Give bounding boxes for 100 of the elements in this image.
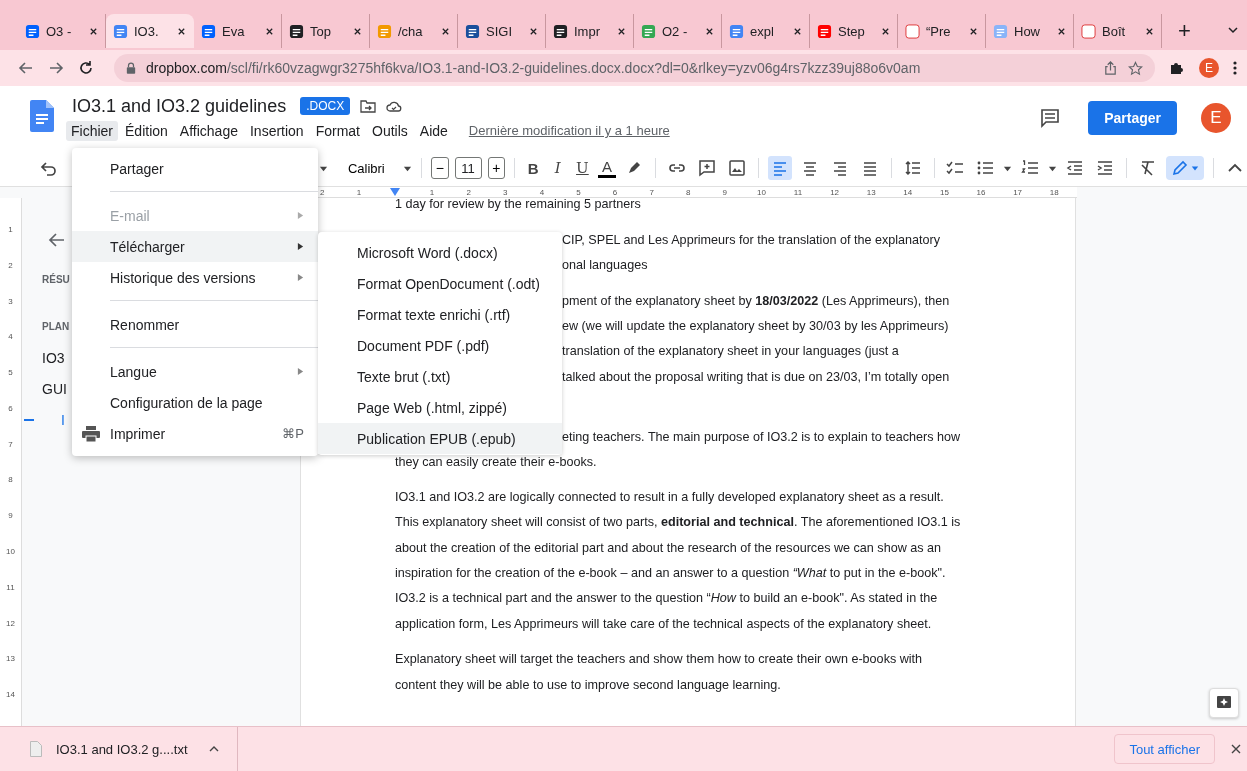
text-line: eting teachers. The main purpose of IO3.2 is to explain to teachers how	[562, 430, 961, 445]
menu-item[interactable]: Insertion	[244, 120, 309, 141]
browser-tab[interactable]: “Pre	[898, 14, 986, 48]
outline-item[interactable]: PLAN	[42, 321, 70, 332]
ruler-number: 8	[8, 475, 13, 487]
outline-item[interactable]: GUI	[42, 380, 67, 397]
ruler-number: 14	[6, 690, 15, 702]
share-button[interactable]: Partager	[1088, 101, 1177, 135]
menu-item[interactable]: Historique des versions	[72, 262, 318, 293]
menu-item[interactable]: Télécharger	[72, 231, 318, 262]
ruler-number: 16	[975, 187, 987, 197]
menu-item[interactable]: Outils	[367, 120, 413, 141]
text-line: application form, Les Apprimeurs will take care of the technical aspects of the explanatory sheet.	[395, 616, 932, 631]
bold-button[interactable]: B	[523, 159, 543, 177]
ruler-number: 4	[8, 332, 13, 344]
text-line: talked about the proposal writing that is due on 23/03, I’m totally open	[562, 369, 950, 384]
text-line: translation of the explanatory sheet in your languages (just a	[562, 344, 899, 359]
browser-tab[interactable]: How	[986, 14, 1074, 48]
menu-item[interactable]: Texte brut (.txt)	[318, 361, 562, 392]
ruler-number: 3	[8, 296, 13, 308]
menu-item[interactable]: Langue	[72, 356, 318, 387]
document-title[interactable]: IO3.1 and IO3.2 guidelines	[72, 95, 287, 117]
last-edit-link[interactable]: Dernière modification il y a 1 heure	[468, 123, 670, 138]
text-line: about the creation of the editorial part and about the research of the resources we can show as an	[395, 540, 942, 555]
ruler-number: 12	[6, 618, 15, 630]
ruler-number: 13	[865, 187, 877, 197]
browser-tab[interactable]: SIGI	[458, 14, 546, 48]
ruler-number: 6	[611, 187, 619, 197]
ruler-number: 18	[1048, 187, 1060, 197]
menu-item[interactable]: Fichier	[66, 120, 118, 141]
text-line: This explanatory sheet will consist of two parts, editorial and technical. The aforementioned IO3.1 is	[395, 515, 961, 530]
outline-item[interactable]: I	[61, 411, 65, 428]
menu-item[interactable]: Configuration de la page	[72, 387, 318, 418]
ruler-number: 17	[1012, 187, 1024, 197]
download-item[interactable]: IO3.1 and IO3.2 g....txt	[56, 741, 188, 757]
text-line: ew (we will update the explanatory sheet by 30/03 by les Apprimeurs)	[562, 319, 949, 334]
menu-item[interactable]: Microsoft Word (.docx)	[318, 237, 562, 268]
text-line: 1 day for review by the remaining 5 partners	[395, 197, 641, 211]
menu-item[interactable]: Aide	[414, 120, 453, 141]
ruler-number: 9	[721, 187, 729, 197]
browser-tab[interactable]: Top	[282, 14, 370, 48]
menu-item[interactable]: Publication EPUB (.epub)	[318, 423, 562, 454]
menu-item[interactable]: Format texte enrichi (.rtf)	[318, 299, 562, 330]
ruler-number: 5	[575, 187, 582, 197]
text-line: onal languages	[562, 258, 648, 273]
text-line: inspiration for the creation of the e-book – and an answer to a question “What to put in the e-book".	[395, 566, 946, 581]
ruler-number: 11	[6, 582, 15, 594]
outline-item[interactable]: IO3	[42, 349, 65, 366]
ruler-number: 6	[8, 403, 13, 415]
ruler-number: 2	[8, 260, 13, 272]
show-all-button[interactable]: Tout afficher	[1114, 734, 1215, 764]
text-line: IO3.2 is a technical part and the answer to the question “How to build an e-book". As stated in the	[395, 591, 938, 606]
decrease-size-button[interactable]: −	[431, 157, 449, 179]
font-size-field[interactable]: 11	[454, 157, 482, 179]
text-color-button[interactable]: A	[597, 158, 617, 178]
menu-item[interactable]: Partager	[72, 153, 318, 184]
browser-tab[interactable]: Eva	[194, 14, 282, 48]
browser-tab[interactable]: /cha	[370, 14, 458, 48]
browser-tab[interactable]: Step	[810, 14, 898, 48]
underline-button[interactable]: U	[573, 159, 592, 177]
ruler-number: 2	[319, 187, 326, 197]
new-tab-button[interactable]: +	[1174, 18, 1195, 44]
profile-avatar[interactable]: E	[1199, 58, 1219, 78]
increase-size-button[interactable]: +	[487, 157, 506, 179]
text-line: they can easily create their e-books.	[395, 455, 597, 470]
text-line: Explanatory sheet will target the teachers and show them how to create their own e-books with	[395, 652, 923, 667]
ruler-number: 3	[502, 187, 509, 197]
ruler-number: 1	[8, 225, 13, 236]
url-text: dropbox.com/scl/fi/rk60vzagwgr3275hf6kva/IO3.1-and-IO3.2-guidelines.docx.docx?dl=0&rlkey=yzv06g4rs7kzz39uj88o6v0am	[146, 60, 922, 76]
menu-item[interactable]: Format OpenDocument (.odt)	[318, 268, 562, 299]
ruler-number: 7	[8, 439, 13, 451]
menu-item[interactable]: Format	[310, 120, 365, 141]
ruler-number: 14	[902, 187, 914, 197]
browser-tab[interactable]: O2 -	[634, 14, 722, 48]
ruler-number: 8	[685, 187, 692, 197]
font-dropdown[interactable]: Calibri	[333, 159, 398, 177]
italic-button[interactable]: I	[548, 159, 568, 177]
ruler-number: 11	[792, 187, 804, 197]
user-avatar[interactable]: E	[1201, 103, 1231, 133]
ruler-number: 12	[829, 187, 841, 197]
menu-item[interactable]: Renommer	[72, 309, 318, 340]
menu-item[interactable]: Page Web (.html, zippé)	[318, 392, 562, 423]
browser-tab[interactable]: IO3.	[106, 14, 194, 48]
menu-item[interactable]: Document PDF (.pdf)	[318, 330, 562, 361]
outline-item[interactable]: RÉSU	[42, 274, 70, 285]
browser-tab[interactable]: Impr	[546, 14, 634, 48]
ruler-number: 2	[465, 187, 472, 197]
text-line: IO3.1 and IO3.2 are logically connected to result in a fully developed explanatory sheet as a result.	[395, 490, 944, 505]
address-field[interactable]: dropbox.com/scl/fi/rk60vzagwgr3275hf6kva/IO3.1-and-IO3.2-guidelines.docx.docx?dl=0&rlkey=yzv06g4rs7kzz39uj88o6v0am	[114, 54, 1155, 82]
ruler-number: 1	[428, 187, 436, 197]
menu-item[interactable]: Édition	[120, 120, 173, 141]
ruler-number: 9	[8, 511, 13, 523]
file-type-badge: .DOCX	[300, 97, 351, 115]
menu-item[interactable]: Affichage	[174, 120, 243, 141]
browser-tab[interactable]: expl	[722, 14, 810, 48]
browser-tab[interactable]: Boît	[1074, 14, 1162, 48]
menu-item[interactable]: Imprimer ⌘P	[72, 418, 318, 449]
ruler-number: 13	[6, 654, 15, 666]
ruler-number: 5	[8, 368, 13, 380]
text-line: CIP, SPEL and Les Apprimeurs for the translation of the explanatory	[562, 232, 941, 247]
